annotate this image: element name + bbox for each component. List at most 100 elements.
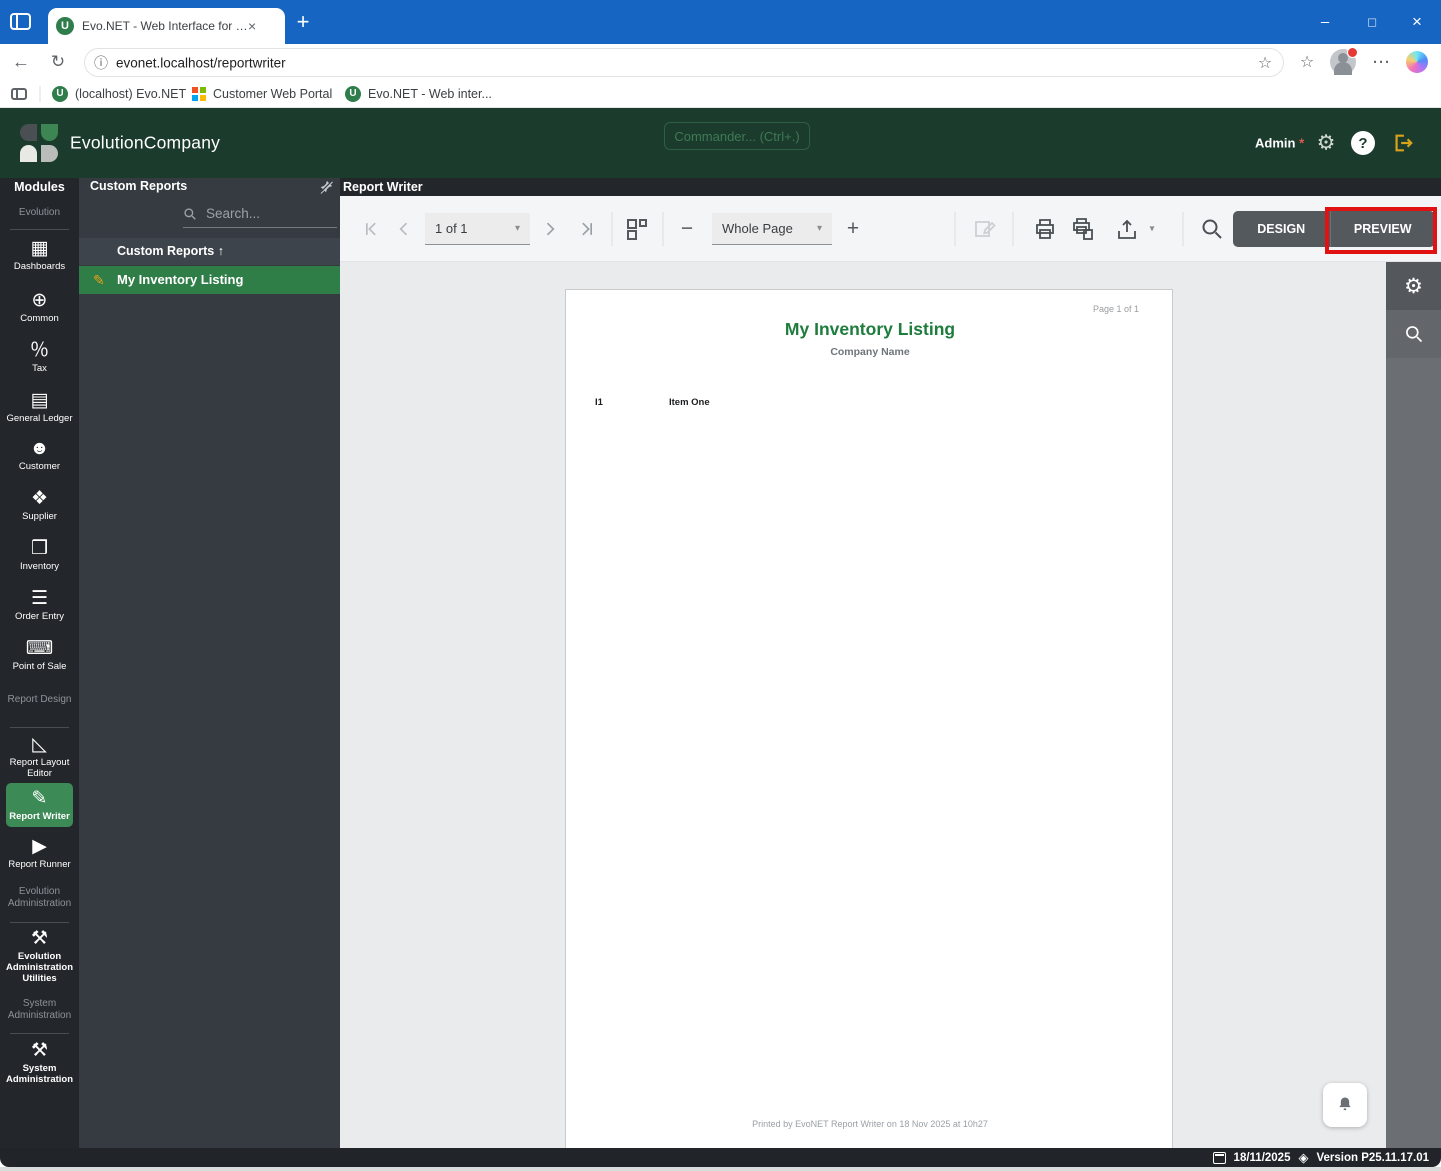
panel-title: Custom Reports: [90, 179, 188, 193]
search-icon: [184, 207, 196, 220]
wrench-icon: ⚒: [30, 928, 49, 949]
first-page-icon[interactable]: [361, 219, 381, 239]
toolbar-divider: [611, 211, 613, 246]
bookmark-evonet-web[interactable]: U Evo.NET - Web inter...: [345, 85, 492, 102]
sidebar-title: Modules: [14, 180, 65, 194]
edit-report-icon-disabled: [975, 220, 996, 237]
browser-tab[interactable]: U Evo.NET - Web Interface for Sage ×: [48, 8, 285, 44]
bookmarks-bar: U (localhost) Evo.NET Customer Web Porta…: [0, 80, 1441, 108]
sidebar-item-system-administration[interactable]: ⚒ System Administration: [0, 1040, 79, 1085]
chevron-down-icon: ▾: [816, 222, 822, 234]
favorite-star-icon[interactable]: ☆: [1258, 53, 1272, 73]
viewer-settings-tile[interactable]: ⚙: [1386, 262, 1441, 310]
report-list-item-selected[interactable]: ✎ My Inventory Listing: [79, 266, 340, 294]
commander-search[interactable]: Commander... (Ctrl+.): [664, 122, 810, 150]
sidebar-item-general-ledger[interactable]: ▤ General Ledger: [0, 390, 79, 424]
thumbnails-icon[interactable]: [625, 217, 649, 241]
window-close-icon[interactable]: ×: [1412, 12, 1422, 32]
zoom-level-dropdown[interactable]: Whole Page ▾: [712, 212, 832, 245]
logout-icon[interactable]: [1392, 132, 1414, 154]
favorites-hub-icon[interactable]: ☆: [1300, 52, 1314, 72]
sidebar-item-order-entry[interactable]: ☰ Order Entry: [0, 588, 79, 622]
dashboards-icon: ▦: [30, 238, 49, 259]
search-input[interactable]: [204, 205, 323, 222]
chevron-down-icon: ▾: [514, 222, 520, 234]
report-play-icon: ▶: [32, 836, 47, 857]
ruler-pencil-icon: ◺: [32, 734, 47, 755]
report-page: Page 1 of 1 My Inventory Listing Company…: [565, 289, 1173, 1149]
item-name: Item One: [669, 397, 710, 408]
maximize-icon[interactable]: □: [1368, 15, 1376, 30]
current-user[interactable]: Admin *: [1255, 136, 1304, 151]
back-icon[interactable]: ←: [12, 52, 30, 73]
sidebar-item-report-layout-editor[interactable]: ◺ Report Layout Editor: [0, 734, 79, 779]
url-text[interactable]: evonet.localhost/reportwriter: [116, 55, 286, 70]
copilot-icon[interactable]: [1406, 51, 1428, 73]
order-list-icon: ☰: [30, 588, 49, 609]
percent-document-icon: ％: [29, 340, 49, 361]
sidebar-item-dashboards[interactable]: ▦ Dashboards: [0, 238, 79, 272]
browser-tab-strip: U Evo.NET - Web Interface for Sage × + –…: [0, 0, 1441, 44]
zoom-in-icon[interactable]: +: [847, 217, 859, 241]
last-page-icon[interactable]: [577, 219, 597, 239]
main-content: Report Writer 1 of 1▾ − Whole Page▾ +: [340, 178, 1441, 1149]
tab-report-writer[interactable]: Report Writer: [343, 178, 423, 196]
sidebar-item-tax[interactable]: ％ Tax: [0, 340, 79, 374]
report-subtitle: Company Name: [830, 346, 910, 358]
zoom-out-icon[interactable]: −: [681, 217, 693, 241]
help-icon[interactable]: ?: [1351, 131, 1375, 155]
next-page-icon[interactable]: [540, 219, 560, 239]
notifications-button[interactable]: [1323, 1083, 1367, 1127]
report-footer: Printed by EvoNET Report Writer on 18 No…: [752, 1119, 988, 1129]
viewer-search-tile[interactable]: [1386, 310, 1441, 358]
microsoft-icon: [192, 86, 206, 101]
print-page-icon[interactable]: [1071, 217, 1095, 241]
sidebar-item-report-runner[interactable]: ▶ Report Runner: [0, 836, 79, 870]
unpin-icon[interactable]: [319, 180, 333, 194]
sidebar-item-common[interactable]: ⊕ Common: [0, 290, 79, 324]
new-tab-icon[interactable]: +: [297, 9, 310, 35]
settings-gear-icon[interactable]: ⚙: [1317, 131, 1336, 156]
sidebar-item-report-writer[interactable]: ✎ Report Writer: [6, 783, 73, 827]
site-info-icon[interactable]: ⓘ: [94, 53, 108, 73]
export-chevron-icon[interactable]: ▾: [1149, 223, 1154, 234]
search-document-icon[interactable]: [1200, 217, 1224, 241]
minimize-icon[interactable]: –: [1321, 14, 1329, 31]
pencil-icon: ✎: [93, 272, 105, 288]
sidebar-item-evolution-administration-utilities[interactable]: ⚒ Evolution Administration Utilities: [0, 928, 79, 984]
document-tab-bar: Report Writer: [340, 178, 1441, 196]
reports-list-header[interactable]: Custom Reports ↑: [79, 238, 340, 265]
sidebar-item-inventory[interactable]: ❒ Inventory: [0, 538, 79, 572]
evolution-logo: [20, 124, 58, 162]
tab-close-icon[interactable]: ×: [248, 18, 256, 34]
modules-sidebar: Modules Evolution ▦ Dashboards ⊕ Common ％ T…: [0, 178, 79, 1148]
calendar-icon: [1212, 1151, 1226, 1164]
bookmark-localhost-evonet[interactable]: U (localhost) Evo.NET: [52, 85, 186, 102]
refresh-icon[interactable]: ↻: [51, 52, 65, 72]
reports-search[interactable]: [183, 200, 337, 228]
app-header: EvolutionCompany Commander... (Ctrl+.) A…: [0, 108, 1441, 178]
profile-avatar[interactable]: [1330, 47, 1358, 75]
divider: [10, 1033, 69, 1034]
ledger-books-icon: ▤: [30, 390, 49, 411]
export-icon[interactable]: [1115, 217, 1139, 241]
preview-button[interactable]: PREVIEW: [1329, 210, 1435, 247]
previous-page-icon[interactable]: [394, 219, 414, 239]
sidebar-item-supplier[interactable]: ❖ Supplier: [0, 488, 79, 522]
wrench-icon: ⚒: [30, 1040, 49, 1061]
page-indicator-dropdown[interactable]: 1 of 1 ▾: [425, 212, 530, 245]
bookmark-customer-web-portal[interactable]: Customer Web Portal: [192, 86, 332, 101]
sidebar-item-customer[interactable]: ☻ Customer: [0, 438, 79, 472]
design-button[interactable]: DESIGN: [1233, 211, 1330, 247]
status-bar: 18/11/2025 ◈ Version P25.11.17.01: [0, 1148, 1441, 1167]
sidebar-item-point-of-sale[interactable]: ⌨ Point of Sale: [0, 638, 79, 672]
screen: U Evo.NET - Web Interface for Sage × + –…: [0, 0, 1441, 1171]
sidebar-pane-icon[interactable]: [11, 87, 27, 100]
tab-overview-icon[interactable]: [10, 13, 31, 30]
cash-register-icon: ⌨: [25, 638, 54, 659]
inventory-box-icon: ❒: [30, 538, 49, 559]
browser-menu-icon[interactable]: ⋯: [1372, 52, 1390, 73]
bookmarks-divider: [39, 85, 41, 102]
address-bar[interactable]: ⓘ evonet.localhost/reportwriter ☆: [84, 48, 1284, 77]
print-icon[interactable]: [1033, 217, 1057, 241]
